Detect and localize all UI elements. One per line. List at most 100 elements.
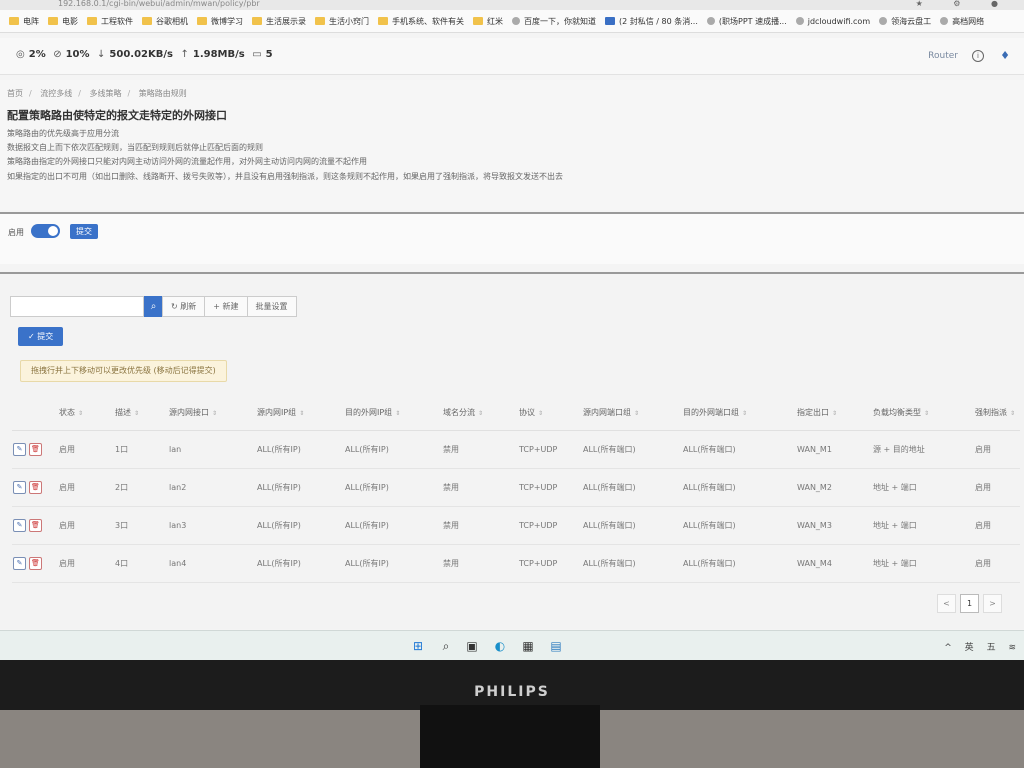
page-title: 配置策略路由使特定的报文走特定的外网接口: [7, 109, 227, 122]
theme-shirt-icon[interactable]: ♦: [1000, 49, 1010, 62]
bilibili-icon: bilibili-icon: [706, 17, 715, 25]
bookmark-item[interactable]: jd-iconjdcloudwifi.com: [795, 16, 871, 26]
batch-settings-button[interactable]: 批量设置: [246, 296, 297, 317]
address-bar[interactable]: 192.168.0.1/cgi-bin/webui/admin/mwan/pol…: [0, 0, 1024, 10]
header-domain-split[interactable]: 域名分流 ⇕: [442, 394, 518, 431]
bookmark-label: 手机系统、软件有关: [392, 16, 464, 26]
bookmark-item[interactable]: cloud-icon领海云盘工: [879, 16, 931, 27]
header-source-port-group[interactable]: 源内网端口组 ⇕: [582, 394, 682, 431]
bookmark-item[interactable]: folder-icon 电阵: [9, 16, 39, 27]
bookmark-label: 领海云盘工: [891, 16, 932, 26]
cell-dest-ip-group: ALL(所有IP): [344, 544, 442, 583]
bookmark-item[interactable]: globe-icon 百度一下，你就知道: [512, 16, 596, 27]
new-rule-button[interactable]: + 新建: [204, 296, 248, 317]
header-status[interactable]: 状态 ⇕: [58, 394, 114, 431]
search-input[interactable]: [10, 296, 144, 317]
bookmark-item[interactable]: folder-icon 红米: [473, 16, 503, 27]
jd-icon: jd-icon: [795, 17, 804, 25]
router-link[interactable]: Router: [928, 51, 958, 61]
search-icon[interactable]: ⌕: [438, 638, 454, 654]
header-protocol[interactable]: 协议 ⇕: [518, 394, 582, 431]
bookmark-item[interactable]: page-icon高档网络: [940, 16, 984, 27]
tray-expand-icon[interactable]: ^: [944, 643, 952, 653]
folder-icon: folder-icon: [48, 17, 58, 25]
cell-status: 启用: [58, 468, 114, 507]
bookmark-label: 红米: [487, 16, 503, 26]
calculator-icon[interactable]: ▦: [520, 638, 536, 654]
header-dest-ip-group[interactable]: 目的外网IP组 ⇕: [344, 394, 442, 431]
delete-icon[interactable]: 🗑: [29, 481, 42, 494]
remote-desktop-icon[interactable]: ▤: [548, 638, 564, 654]
delete-icon[interactable]: 🗑: [29, 519, 42, 532]
bookmark-item[interactable]: folder-icon 工程软件: [87, 16, 133, 27]
header-outbound[interactable]: 指定出口 ⇕: [796, 394, 872, 431]
refresh-button[interactable]: ↻ 刷新: [162, 296, 206, 317]
ime-language[interactable]: 英: [965, 643, 974, 653]
pagination-current-page[interactable]: 1: [960, 594, 979, 613]
bookmark-item[interactable]: folder-icon 谷歌相机: [142, 16, 188, 27]
description-panel: 首页 / 流控多线 / 多线策略 / 策略路由规则 配置策略路由使特定的报文走特定的外…: [0, 80, 1024, 210]
cell-domain-split: 禁用: [442, 430, 518, 469]
enable-toggle[interactable]: [31, 224, 60, 238]
cell-domain-split: 禁用: [442, 544, 518, 583]
edit-icon[interactable]: ✎: [13, 519, 26, 532]
breadcrumb-home[interactable]: 首页: [7, 89, 23, 98]
cell-source-port-group: ALL(所有端口): [582, 430, 682, 469]
bookmark-item[interactable]: zhihu-icon (2 封私信 / 80 条消...: [605, 16, 698, 27]
bookmark-label: jdcloudwifi.com: [807, 16, 871, 26]
edit-icon[interactable]: ✎: [13, 557, 26, 570]
taskview-icon[interactable]: ▣: [464, 638, 480, 654]
cloud-icon: cloud-icon: [879, 17, 888, 25]
pagination-prev-button[interactable]: <: [937, 594, 956, 613]
cell-source-port-group: ALL(所有端口): [582, 544, 682, 583]
edge-icon[interactable]: ◐: [492, 638, 508, 654]
table-row[interactable]: ✎ 🗑 启用 3口 lan3 ALL(所有IP) ALL(所有IP) 禁用 TCP+UDP ALL…: [12, 506, 1020, 545]
bookmark-item[interactable]: bilibili-icon(职场PPT 速成播...: [706, 16, 787, 27]
bookmark-item[interactable]: folder-icon 电影: [48, 16, 78, 27]
cell-source-ip-group: ALL(所有IP): [256, 544, 344, 583]
breadcrumb-flow[interactable]: 流控多线: [40, 89, 72, 98]
breadcrumb-policy[interactable]: 多线策略: [90, 89, 122, 98]
bookmark-item[interactable]: folder-icon 微博学习: [197, 16, 243, 27]
cell-description: 3口: [114, 506, 168, 545]
ime-mode[interactable]: 五: [987, 643, 996, 653]
folder-icon: folder-icon: [87, 17, 97, 25]
rules-submit-button[interactable]: ✓ 提交: [18, 327, 64, 346]
header-description[interactable]: 描述 ⇕: [114, 394, 168, 431]
pagination-next-button[interactable]: >: [983, 594, 1002, 613]
cell-load-balance-type: 源 + 目的地址: [872, 430, 974, 469]
cell-source-interface: lan4: [168, 544, 256, 583]
windows-start-icon[interactable]: ⊞: [410, 638, 426, 654]
delete-icon[interactable]: 🗑: [29, 443, 42, 456]
bookmark-item[interactable]: folder-icon 生活小窍门: [315, 16, 369, 27]
cell-status: 启用: [58, 544, 114, 583]
desc-line-2: 数据报文自上而下依次匹配规则，当匹配到规则后就停止匹配后面的规则: [7, 143, 263, 152]
wifi-icon[interactable]: ≋: [1008, 643, 1016, 653]
cell-protocol: TCP+UDP: [518, 506, 582, 545]
header-dest-port-group[interactable]: 目的外网端口组 ⇕: [682, 394, 796, 431]
table-header-row: 状态 ⇕ 描述 ⇕ 源内网接口 ⇕ 源内网IP组 ⇕ 目的外网IP组 ⇕ 域名分流 ⇕ 协议…: [12, 394, 1020, 431]
header-source-ip-group[interactable]: 源内网IP组 ⇕: [256, 394, 344, 431]
folder-icon: folder-icon: [252, 17, 262, 25]
header-source-interface[interactable]: 源内网接口 ⇕: [168, 394, 256, 431]
cell-outbound: WAN_M4: [796, 544, 872, 583]
delete-icon[interactable]: 🗑: [29, 557, 42, 570]
table-row[interactable]: ✎ 🗑 启用 4口 lan4 ALL(所有IP) ALL(所有IP) 禁用 TCP+UDP ALL…: [12, 544, 1020, 583]
url-text[interactable]: 192.168.0.1/cgi-bin/webui/admin/mwan/pol…: [58, 0, 260, 8]
edit-icon[interactable]: ✎: [13, 443, 26, 456]
download-arrow-icon: ↓: [97, 49, 106, 60]
table-row[interactable]: ✎ 🗑 启用 2口 lan2 ALL(所有IP) ALL(所有IP) 禁用 TCP+UDP ALL…: [12, 468, 1020, 507]
bookmark-item[interactable]: folder-icon 手机系统、软件有关: [378, 16, 464, 27]
bookmark-item[interactable]: folder-icon 生活展示录: [252, 16, 306, 27]
header-load-balance-type[interactable]: 负载均衡类型 ⇕: [872, 394, 974, 431]
bookmark-label: 生活展示录: [266, 16, 306, 26]
table-row[interactable]: ✎ 🗑 启用 1口 lan ALL(所有IP) ALL(所有IP) 禁用 TCP+UDP ALL(…: [12, 430, 1020, 469]
rules-table-body: ✎ 🗑 启用 1口 lan ALL(所有IP) ALL(所有IP) 禁用 TCP+UDP ALL(…: [12, 430, 1020, 583]
header-force-assign[interactable]: 强制指派 ⇕: [974, 394, 1020, 431]
cell-load-balance-type: 地址 + 端口: [872, 468, 974, 507]
enable-submit-button[interactable]: 提交: [70, 224, 98, 239]
edit-icon[interactable]: ✎: [13, 481, 26, 494]
info-icon[interactable]: i: [972, 50, 984, 62]
cell-source-interface: lan2: [168, 468, 256, 507]
search-icon[interactable]: ⌕: [144, 296, 163, 317]
